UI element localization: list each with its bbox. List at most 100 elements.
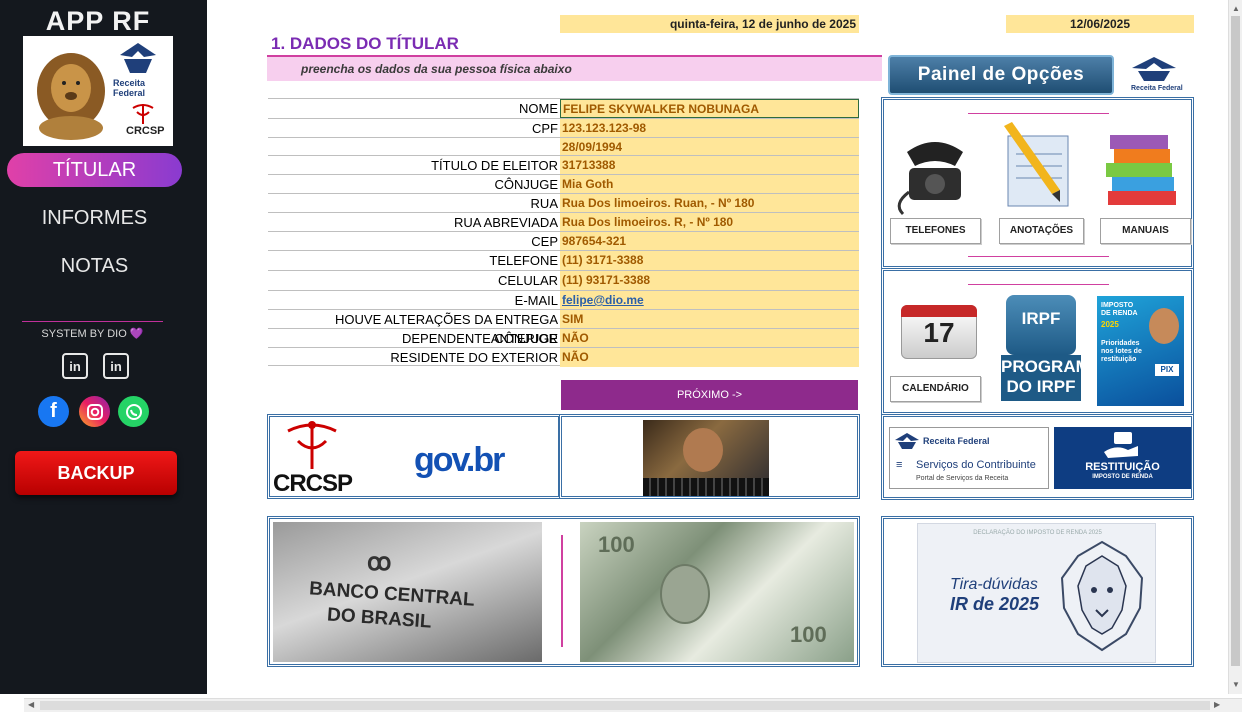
- programa-irpf-button[interactable]: IRPF PROGRAMA DO IRPF: [1001, 295, 1102, 403]
- govbr-logo-text[interactable]: gov.br: [414, 441, 505, 480]
- servicos-subtitle: Portal de Serviços da Receita: [916, 475, 1009, 482]
- vertical-scrollbar[interactable]: ▲ ▼: [1228, 0, 1242, 694]
- calendar-icon[interactable]: 17: [901, 299, 977, 359]
- field-label: CEP: [531, 234, 558, 249]
- field-value-cpf[interactable]: 123.123.123-98: [560, 119, 859, 138]
- tira-line2: IR de 2025: [950, 594, 1040, 614]
- restituicao-line2: IMPOSTO DE RENDA: [1092, 474, 1153, 480]
- form-row-celular: CELULAR (11) 93171-3388: [268, 270, 859, 290]
- sidebar: APP RF Receita Federal CRCSP TÍTULAR INF…: [0, 0, 207, 694]
- servicos-brand: Receita Federal: [923, 436, 990, 446]
- field-label: CELULAR: [498, 273, 558, 288]
- field-value-celular[interactable]: (11) 93171-3388: [560, 271, 859, 290]
- linkedin-icon[interactable]: in: [103, 353, 129, 379]
- telefones-button[interactable]: TELEFONES: [890, 218, 981, 244]
- field-value-telefone[interactable]: (11) 3171-3388: [560, 251, 859, 270]
- sidebar-divider: [22, 321, 163, 322]
- form-row-conjuge: CÔNJUGE Mia Goth: [268, 174, 859, 194]
- horizontal-scrollbar[interactable]: ◀ ▶: [24, 698, 1242, 712]
- scroll-thumb[interactable]: [40, 701, 1210, 710]
- nav-item-notas[interactable]: NOTAS: [7, 249, 182, 283]
- pix-badge: PIX: [1155, 364, 1179, 376]
- calendario-button[interactable]: CALENDÁRIO: [890, 376, 981, 402]
- facebook-icon[interactable]: f: [38, 396, 69, 427]
- field-value-rua[interactable]: Rua Dos limoeiros. Ruan, - Nº 180: [560, 194, 859, 213]
- person-typing-image[interactable]: [643, 420, 769, 496]
- field-value-rua-abreviada[interactable]: Rua Dos limoeiros. R, - Nº 180: [560, 213, 859, 232]
- books-icon[interactable]: [1102, 125, 1182, 210]
- options-box-1: TELEFONES ANOTAÇÕES MANUAIS: [881, 97, 1194, 269]
- form-row-cep: CEP 987654-321: [268, 231, 859, 251]
- receita-federal-icon: [895, 433, 919, 449]
- field-label: RUA ABREVIADA: [453, 215, 558, 230]
- field-value-cep[interactable]: 987654-321: [560, 232, 859, 251]
- receita-federal-text: Receita Federal: [113, 78, 146, 98]
- servicos-title: Serviços do Contribuinte: [916, 459, 1036, 471]
- form-row-email: E-MAIL felipe@dio.me: [268, 290, 859, 310]
- anotacoes-button[interactable]: ANOTAÇÕES: [999, 218, 1084, 244]
- field-value-alteracoes[interactable]: SIM: [560, 310, 859, 329]
- divider: [968, 256, 1109, 257]
- nav-item-informes[interactable]: INFORMES: [7, 201, 182, 235]
- next-button[interactable]: PRÓXIMO ->: [561, 380, 858, 410]
- restituicao-link[interactable]: RESTITUIÇÃO IMPOSTO DE RENDA: [1054, 427, 1191, 489]
- scroll-right-icon[interactable]: ▶: [1214, 700, 1220, 709]
- lion-icon: [1060, 540, 1144, 652]
- banco-central-image[interactable]: ꝏ BANCO CENTRAL DO BRASIL: [273, 522, 542, 662]
- linkedin-icon[interactable]: in: [62, 353, 88, 379]
- field-label: E-MAIL: [514, 293, 558, 308]
- irpf-card-title: IMPOSTO DE RENDA: [1101, 302, 1138, 317]
- field-value-conjuge[interactable]: Mia Goth: [560, 175, 859, 194]
- form-row-telefone: TELEFONE (11) 3171-3388: [268, 250, 859, 270]
- video-box: [559, 414, 860, 499]
- field-value-dependente[interactable]: NÃO: [560, 329, 859, 348]
- field-label: RESIDENTE DO EXTERIOR: [390, 350, 558, 365]
- receita-federal-icon: [120, 43, 156, 73]
- irpf-2025-card[interactable]: IMPOSTO DE RENDA 2025 Prioridades nos lo…: [1097, 296, 1184, 406]
- scroll-up-icon[interactable]: ▲: [1232, 4, 1240, 13]
- scroll-thumb[interactable]: [1231, 16, 1240, 666]
- crcsp-text: CRCSP: [126, 125, 165, 137]
- field-value-titulo[interactable]: 31713388: [560, 156, 859, 175]
- field-label: CPF: [532, 121, 558, 136]
- whatsapp-icon[interactable]: [118, 396, 149, 427]
- banner-header: DECLARAÇÃO DO IMPOSTO DE RENDA 2025: [973, 530, 1102, 536]
- divider: [968, 113, 1109, 114]
- divider: [561, 535, 563, 647]
- restituicao-line1: RESTITUIÇÃO: [1085, 461, 1160, 473]
- instagram-icon[interactable]: [79, 396, 110, 427]
- field-label: TELEFONE: [489, 253, 558, 268]
- scroll-left-icon[interactable]: ◀: [28, 700, 34, 709]
- date-long: quinta-feira, 12 de junho de 2025: [560, 15, 859, 33]
- irpf-top-text: IRPF: [1021, 309, 1061, 328]
- field-label: CÔNJUGE: [494, 177, 558, 192]
- caduceus-icon: [132, 104, 154, 124]
- system-by-label: SYSTEM BY DIO 💜: [41, 328, 144, 340]
- form-row-nome: NOME FELIPE SKYWALKER NOBUNAGA: [268, 98, 859, 118]
- receita-federal-icon: [1132, 57, 1176, 81]
- nav-item-titular[interactable]: TÍTULAR: [7, 153, 182, 187]
- servicos-contribuinte-link[interactable]: Receita Federal ≡ Serviços do Contribuin…: [889, 427, 1049, 489]
- form-row-dependente: DEPENDENTE CÔNJUGE NÃO: [268, 328, 859, 348]
- caduceus-icon: [287, 421, 337, 469]
- crcsp-logo-text[interactable]: CRCSP: [273, 470, 353, 498]
- telephone-icon[interactable]: [889, 122, 981, 217]
- form-row-alteracoes: HOUVE ALTERAÇÕES DA ENTREGA ANTERIOR SIM: [268, 309, 859, 346]
- form-row-cpf: CPF 123.123.123-98: [268, 118, 859, 138]
- field-value-email[interactable]: felipe@dio.me: [560, 291, 859, 310]
- calendar-day: 17: [923, 317, 955, 348]
- scroll-down-icon[interactable]: ▼: [1232, 680, 1240, 689]
- field-label: RUA: [530, 196, 558, 211]
- manuais-button[interactable]: MANUAIS: [1100, 218, 1191, 244]
- dollar-bills-image[interactable]: 100 100: [580, 522, 854, 662]
- field-value-residente[interactable]: NÃO: [560, 348, 859, 367]
- field-value-nome[interactable]: FELIPE SKYWALKER NOBUNAGA: [560, 99, 859, 118]
- backup-button[interactable]: BACKUP: [15, 451, 177, 495]
- tira-duvidas-banner[interactable]: DECLARAÇÃO DO IMPOSTO DE RENDA 2025 Tira…: [917, 523, 1156, 663]
- irpf-card-year: 2025: [1101, 320, 1119, 329]
- hand-money-icon: [1104, 432, 1138, 458]
- form-row-residente: RESIDENTE DO EXTERIOR NÃO: [268, 347, 859, 367]
- notepad-pencil-icon[interactable]: [994, 120, 1084, 210]
- painel-opcoes-button[interactable]: Painel de Opções: [888, 55, 1114, 95]
- bc-symbol-icon: ꝏ: [367, 549, 392, 576]
